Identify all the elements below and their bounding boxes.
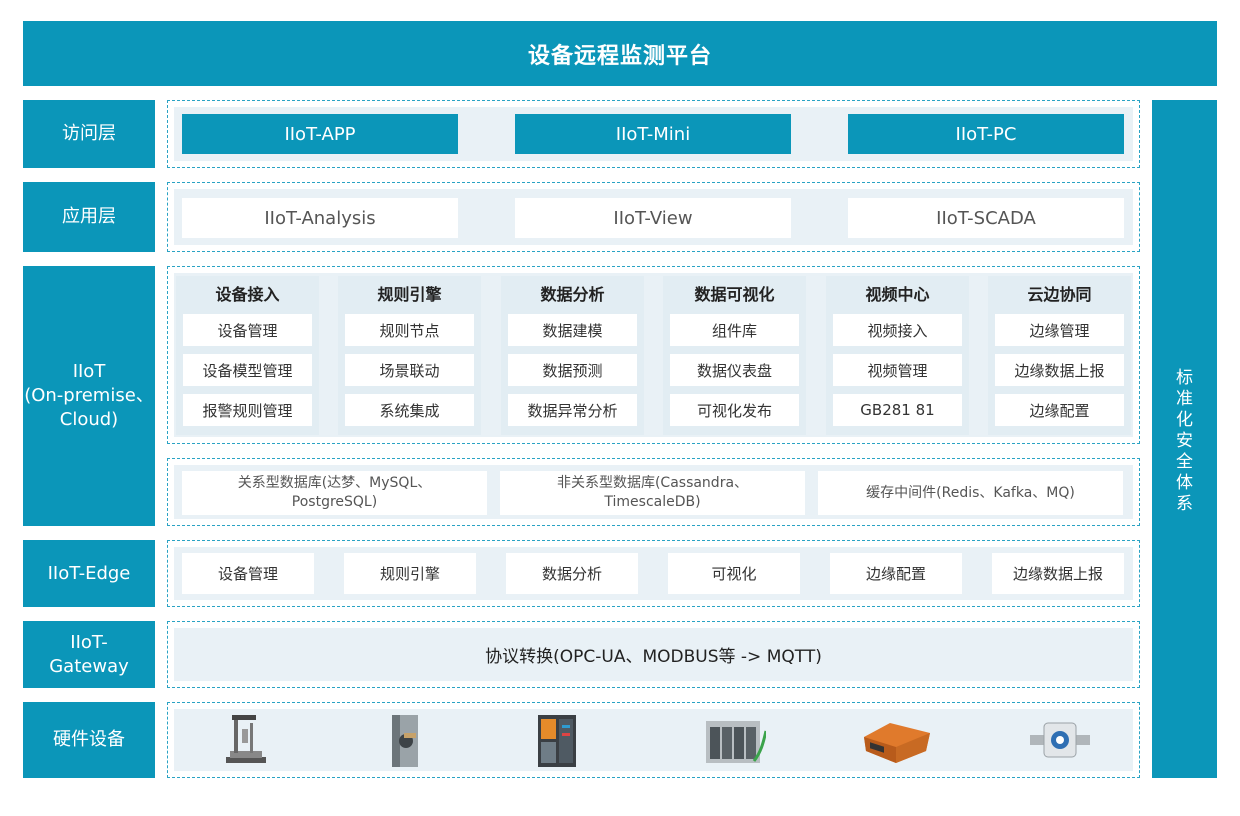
iiot-modules-frame: 设备接入 设备管理 设备模型管理 报警规则管理 规则引擎 规则节点 场景联动 系… — [167, 266, 1140, 444]
module-title: 视频中心 — [865, 285, 930, 304]
side-char: 标 — [1176, 367, 1193, 388]
app-iiot-analysis[interactable]: IIoT-Analysis — [182, 198, 458, 238]
module-title: 数据可视化 — [694, 285, 775, 304]
measuring-machine-icon — [220, 713, 270, 767]
edge-layer-frame: 设备管理 规则引擎 数据分析 可视化 边缘配置 边缘数据上报 — [167, 540, 1140, 607]
layer-label-hardware: 硬件设备 — [23, 702, 155, 778]
layer-label-access: 访问层 — [23, 100, 155, 168]
flow-sensor-icon — [1030, 717, 1090, 763]
sensor-probe-icon — [390, 715, 420, 767]
module-item[interactable]: 报警规则管理 — [183, 394, 312, 426]
access-iiot-app[interactable]: IIoT-APP — [182, 114, 458, 154]
module-item[interactable]: 系统集成 — [345, 394, 474, 426]
module-title: 规则引擎 — [377, 285, 442, 304]
db-text: 缓存中间件(Redis、Kafka、MQ) — [866, 484, 1075, 501]
layer-label-line: IIoT- — [70, 631, 108, 653]
layer-label-iiot: IIoT (On-premise、 Cloud) — [23, 266, 155, 526]
access-iiot-mini[interactable]: IIoT-Mini — [515, 114, 791, 154]
edge-item[interactable]: 边缘配置 — [830, 553, 962, 594]
module-cloud-edge: 云边协同 边缘管理 边缘数据上报 边缘配置 — [988, 276, 1131, 435]
security-system-label: 标 准 化 安 全 体 系 — [1152, 100, 1217, 778]
db-text: TimescaleDB) — [604, 494, 701, 510]
module-item[interactable]: 边缘管理 — [995, 314, 1124, 346]
module-title: 云边协同 — [1027, 285, 1092, 304]
edge-layer-panel — [174, 547, 1133, 600]
module-device-access: 设备接入 设备管理 设备模型管理 报警规则管理 — [176, 276, 319, 435]
hardware-layer-frame — [167, 702, 1140, 778]
plc-icon — [706, 717, 766, 765]
side-char: 准 — [1176, 388, 1193, 409]
edge-item[interactable]: 边缘数据上报 — [992, 553, 1124, 594]
platform-title: 设备远程监测平台 — [23, 21, 1217, 86]
module-title: 设备接入 — [215, 285, 280, 304]
side-char: 安 — [1176, 430, 1193, 451]
db-relational[interactable]: 关系型数据库(达梦、MySQL、 PostgreSQL) — [182, 471, 487, 515]
database-frame: 关系型数据库(达梦、MySQL、 PostgreSQL) 非关系型数据库(Cas… — [167, 458, 1140, 526]
control-cabinet-icon — [538, 715, 576, 767]
layer-label-line: Gateway — [49, 655, 129, 677]
module-item[interactable]: 视频管理 — [833, 354, 962, 386]
layer-label-line: IIoT — [72, 361, 106, 382]
module-item[interactable]: 视频接入 — [833, 314, 962, 346]
module-rule-engine: 规则引擎 规则节点 场景联动 系统集成 — [338, 276, 481, 435]
edge-item[interactable]: 可视化 — [668, 553, 800, 594]
hardware-layer-panel — [174, 709, 1133, 771]
access-iiot-pc[interactable]: IIoT-PC — [848, 114, 1124, 154]
side-char: 体 — [1176, 472, 1193, 493]
module-item[interactable]: 数据预测 — [508, 354, 637, 386]
side-char: 化 — [1176, 409, 1193, 430]
module-item[interactable]: 边缘数据上报 — [995, 354, 1124, 386]
module-item[interactable]: 数据仪表盘 — [670, 354, 799, 386]
module-title: 数据分析 — [540, 285, 605, 304]
access-layer-frame: IIoT-APP IIoT-Mini IIoT-PC — [167, 100, 1140, 168]
agv-robot-icon — [860, 717, 932, 765]
layer-label-edge: IIoT-Edge — [23, 540, 155, 607]
module-item[interactable]: 组件库 — [670, 314, 799, 346]
edge-item[interactable]: 规则引擎 — [344, 553, 476, 594]
module-item[interactable]: 规则节点 — [345, 314, 474, 346]
module-item[interactable]: 数据异常分析 — [508, 394, 637, 426]
module-data-visualization: 数据可视化 组件库 数据仪表盘 可视化发布 — [663, 276, 806, 435]
app-iiot-scada[interactable]: IIoT-SCADA — [848, 198, 1124, 238]
layer-label-line: Cloud) — [59, 409, 119, 430]
module-item[interactable]: 设备模型管理 — [183, 354, 312, 386]
module-item[interactable]: 可视化发布 — [670, 394, 799, 426]
module-item[interactable]: 场景联动 — [345, 354, 474, 386]
layer-label-line: (On-premise、 — [24, 385, 154, 406]
module-item[interactable]: 数据建模 — [508, 314, 637, 346]
layer-label-application: 应用层 — [23, 182, 155, 252]
module-data-analysis: 数据分析 数据建模 数据预测 数据异常分析 — [501, 276, 644, 435]
side-char: 全 — [1176, 451, 1193, 472]
edge-item[interactable]: 数据分析 — [506, 553, 638, 594]
db-cache-middleware[interactable]: 缓存中间件(Redis、Kafka、MQ) — [818, 471, 1123, 515]
module-item[interactable]: 设备管理 — [183, 314, 312, 346]
db-text: 非关系型数据库(Cassandra、 — [556, 475, 749, 491]
db-text: PostgreSQL) — [291, 494, 378, 510]
db-text: 关系型数据库(达梦、MySQL、 — [237, 475, 432, 491]
edge-item[interactable]: 设备管理 — [182, 553, 314, 594]
module-item[interactable]: GB281 81 — [833, 394, 962, 426]
side-char: 系 — [1176, 493, 1193, 514]
app-iiot-view[interactable]: IIoT-View — [515, 198, 791, 238]
protocol-conversion[interactable]: 协议转换(OPC-UA、MODBUS等 -> MQTT) — [174, 628, 1133, 681]
module-item[interactable]: 边缘配置 — [995, 394, 1124, 426]
db-nonrelational[interactable]: 非关系型数据库(Cassandra、 TimescaleDB) — [500, 471, 805, 515]
layer-label-gateway: IIoT- Gateway — [23, 621, 155, 688]
gateway-layer-frame: 协议转换(OPC-UA、MODBUS等 -> MQTT) — [167, 621, 1140, 688]
module-video-center: 视频中心 视频接入 视频管理 GB281 81 — [826, 276, 969, 435]
application-layer-frame: IIoT-Analysis IIoT-View IIoT-SCADA — [167, 182, 1140, 252]
